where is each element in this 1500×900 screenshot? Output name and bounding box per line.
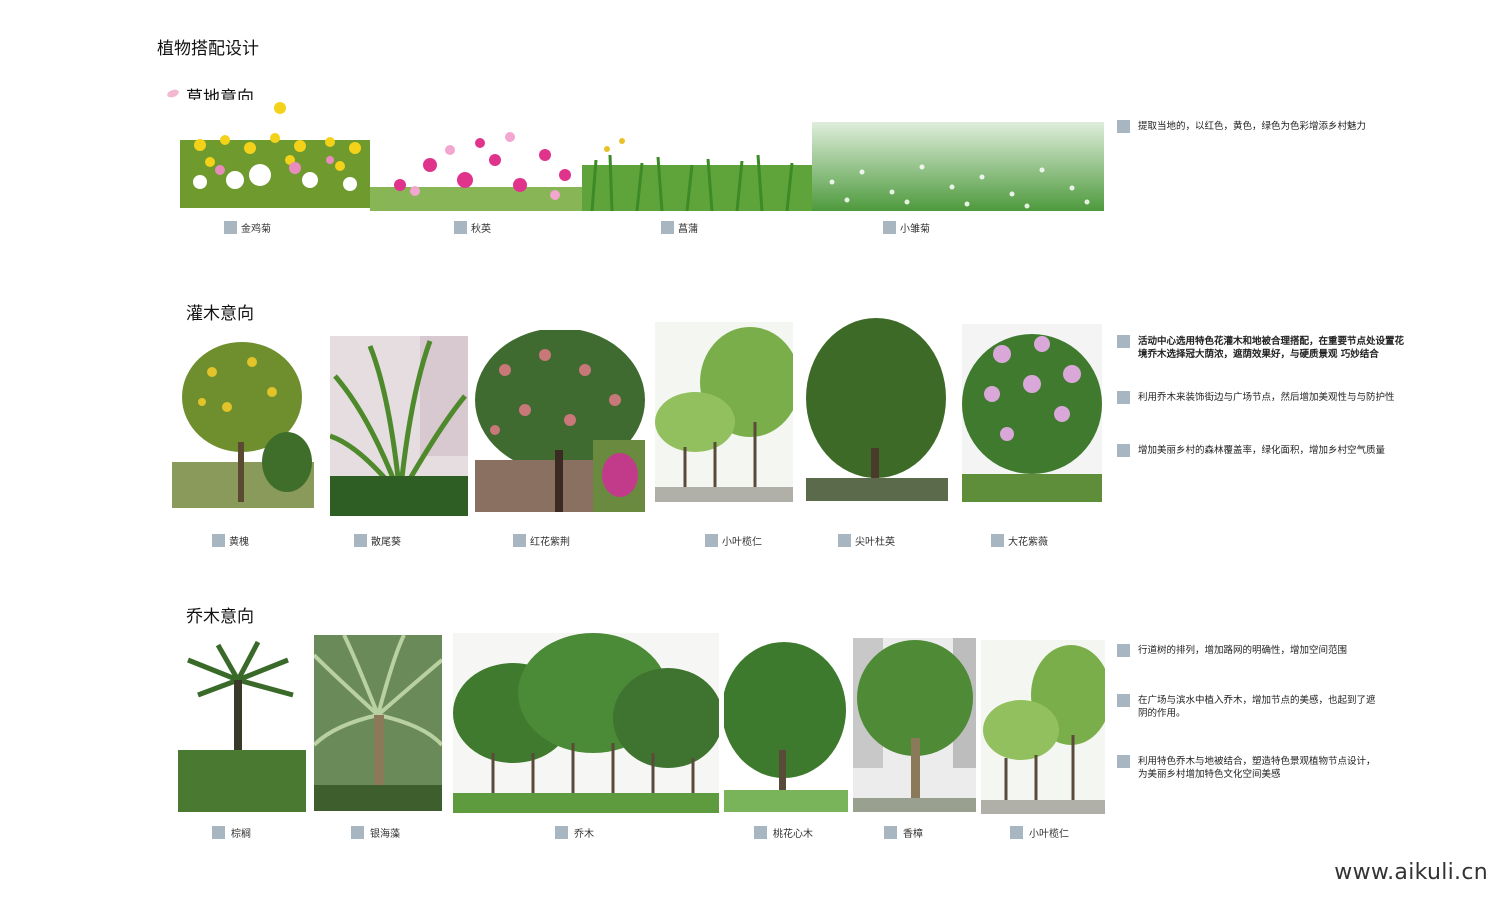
grass-photo-calamus — [582, 135, 812, 211]
caption-square-icon — [354, 534, 367, 547]
caption-square-icon — [351, 826, 364, 839]
petal-decoration-icon — [166, 88, 180, 99]
note-square-icon — [1117, 120, 1130, 133]
caption-square-icon — [754, 826, 767, 839]
grass-note: 提取当地的，以红色，黄色，绿色为色彩增添乡村魅力 — [1117, 120, 1407, 133]
tree-photo-terminalia-2 — [981, 640, 1105, 814]
grass-caption: 小雏菊 — [883, 220, 930, 235]
note-square-icon — [1117, 644, 1130, 657]
tree-photo-date-palm — [314, 635, 442, 811]
shrub-photo-lagerstroemia — [962, 324, 1102, 502]
shrub-caption: 红花紫荆 — [513, 533, 570, 548]
tree-photo-camphor — [853, 638, 976, 812]
tree-caption: 小叶榄仁 — [1010, 825, 1069, 840]
shrub-photo-elaeocarpus — [806, 318, 948, 501]
shrub-caption: 黄槐 — [212, 533, 249, 548]
tree-caption: 银海藻 — [351, 825, 400, 840]
note-square-icon — [1117, 391, 1130, 404]
grass-caption: 秋英 — [454, 220, 491, 235]
shrub-caption: 散尾葵 — [354, 533, 401, 548]
shrub-photo-terminalia — [655, 322, 793, 502]
tree-caption: 棕榈 — [212, 825, 251, 840]
tree-photo-mahogany — [724, 640, 848, 812]
shrub-photo-areca-palm — [330, 336, 468, 516]
page-title: 植物搭配设计 — [157, 39, 259, 59]
tree-note: 利用特色乔木与地被结合，塑造特色景观植物节点设计，为美丽乡村增加特色文化空间美感 — [1117, 755, 1377, 781]
tree-caption: 桃花心木 — [754, 825, 813, 840]
caption-square-icon — [555, 826, 568, 839]
caption-square-icon — [1010, 826, 1023, 839]
shrub-caption: 小叶榄仁 — [705, 533, 762, 548]
caption-square-icon — [212, 826, 225, 839]
note-square-icon — [1117, 444, 1130, 457]
note-square-icon — [1117, 755, 1130, 768]
shrub-caption: 大花紫薇 — [991, 533, 1048, 548]
grass-photo-daisy — [812, 122, 1104, 211]
tree-caption: 香樟 — [884, 825, 923, 840]
caption-square-icon — [883, 221, 896, 234]
grass-photo-coreopsis — [180, 100, 370, 208]
tree-photo-arbor — [453, 633, 719, 813]
caption-square-icon — [513, 534, 526, 547]
caption-square-icon — [212, 534, 225, 547]
shrub-note: 利用乔木来装饰街边与广场节点，然后增加美观性与与防护性 — [1117, 391, 1407, 404]
tree-section-title: 乔木意向 — [186, 607, 254, 627]
note-square-icon — [1117, 335, 1130, 348]
grass-caption: 金鸡菊 — [224, 220, 271, 235]
tree-note: 在广场与滨水中植入乔木，增加节点的美感，也起到了遮阴的作用。 — [1117, 694, 1377, 720]
caption-square-icon — [838, 534, 851, 547]
tree-caption: 乔木 — [555, 825, 594, 840]
shrub-photo-huanghuai — [172, 332, 314, 508]
grass-caption: 菖蒲 — [661, 220, 698, 235]
shrub-section-title: 灌木意向 — [186, 304, 254, 324]
tree-note: 行道树的排列，增加路网的明确性，增加空间范围 — [1117, 644, 1407, 657]
shrub-caption: 尖叶杜英 — [838, 533, 895, 548]
caption-square-icon — [224, 221, 237, 234]
shrub-photo-bauhinia — [475, 330, 645, 512]
shrub-note: 增加美丽乡村的森林覆盖率，绿化面积，增加乡村空气质量 — [1117, 444, 1407, 457]
caption-square-icon — [884, 826, 897, 839]
note-square-icon — [1117, 694, 1130, 707]
grass-photo-cosmos — [370, 125, 582, 211]
caption-square-icon — [661, 221, 674, 234]
caption-square-icon — [454, 221, 467, 234]
watermark: www.aikuli.cn — [1334, 860, 1488, 885]
tree-photo-windmill-palm — [178, 640, 306, 812]
shrub-note: 活动中心选用特色花灌木和地被合理搭配，在重要节点处设置花境乔木选择冠大荫浓，遮荫… — [1117, 335, 1407, 361]
caption-square-icon — [991, 534, 1004, 547]
caption-square-icon — [705, 534, 718, 547]
